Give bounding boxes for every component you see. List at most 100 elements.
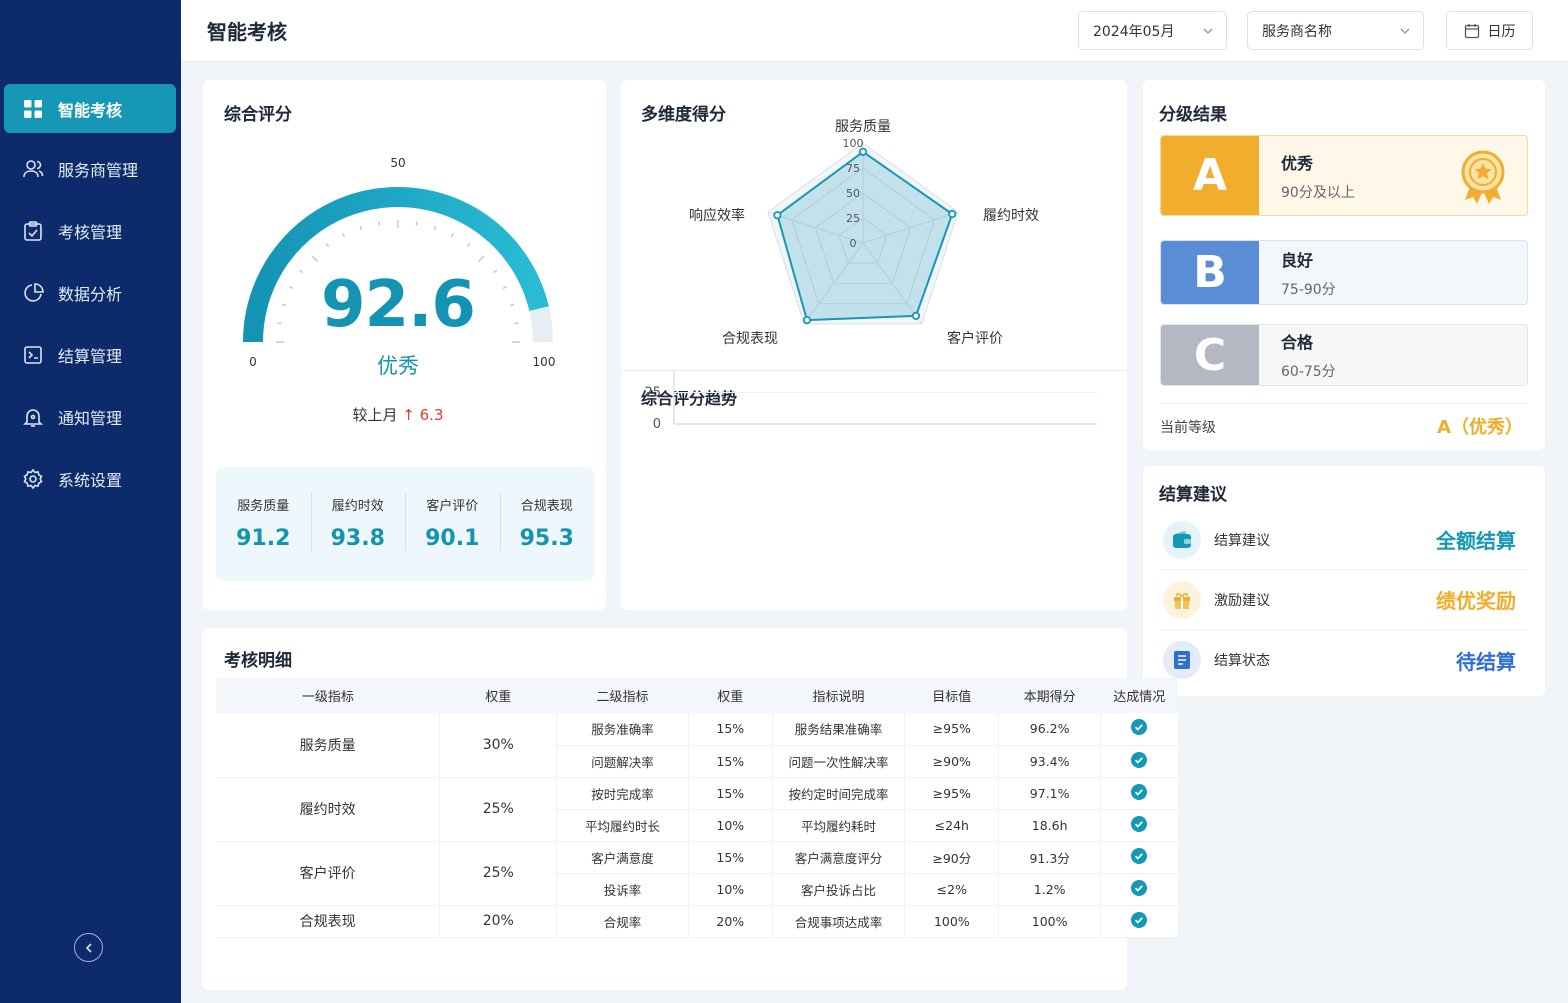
grade-letter: C [1161, 325, 1259, 385]
sub-weight-cell: 15% [688, 713, 773, 746]
score-cell: 1.2% [998, 873, 1101, 906]
radar-axis-label: 响应效率 [689, 207, 745, 224]
radar-tick-label: 25 [846, 212, 860, 225]
month-compare: 较上月 ↑ 6.3 [303, 404, 493, 425]
calendar-button[interactable]: 日历 [1446, 11, 1533, 50]
sub-weight-cell: 10% [688, 809, 773, 842]
sub-score-label: 服务质量 [237, 499, 290, 514]
sub-indicator-cell: 合规率 [556, 905, 689, 938]
sidebar-item-label: 服务商管理 [58, 160, 139, 180]
month-select[interactable]: 2024年05月 [1078, 11, 1227, 50]
radar-axis-label: 服务质量 [835, 119, 891, 135]
settlement-row: 结算建议 全额结算 [1160, 510, 1528, 570]
settlement-label: 激励建议 [1214, 592, 1270, 609]
vendor-select[interactable]: 服务商名称 [1247, 11, 1424, 50]
sidebar-item-vendors[interactable]: 服务商管理 [4, 144, 176, 193]
description-cell: 按约定时间完成率 [772, 777, 906, 810]
radar-tick-label: 0 [850, 237, 857, 250]
sub-score: 合规表现 95.3 [499, 467, 595, 581]
sub-indicator-cell: 问题解决率 [556, 745, 689, 778]
compare-value: 6.3 [419, 406, 444, 424]
group-weight-cell: 30% [439, 713, 558, 778]
detail-card: 考核明细 一级指标 权重 二级指标 权重 指标说明 目标值 本期得分 达成情况 服务质量 30%… [202, 628, 1178, 990]
collapse-sidebar-button[interactable] [74, 933, 103, 962]
target-cell: ≥95% [904, 713, 1000, 746]
table-header-cell: 指标说明 [772, 678, 905, 713]
sidebar-item-analytics[interactable]: 数据分析 [4, 268, 176, 317]
settlement-title: 结算建议 [1159, 485, 1227, 505]
target-cell: ≥90分 [904, 841, 1000, 874]
target-cell: ≤2% [904, 873, 1000, 906]
settlement-card: 结算建议 结算建议 全额结算 激励建议 绩优奖励 结算状态 待结算 [1143, 466, 1545, 696]
status-cell [1100, 841, 1178, 874]
score-cell: 91.3分 [998, 841, 1101, 874]
group-weight-cell: 20% [439, 905, 558, 938]
gauge-tick [415, 221, 418, 226]
sub-weight-cell: 15% [688, 745, 773, 778]
table-row: 服务质量 30% 服务准确率 15% 服务结果准确率 ≥95% 96.2% [216, 713, 1178, 778]
status-cell [1100, 713, 1178, 746]
gauge-tick [466, 242, 471, 247]
table-header-cell: 权重 [439, 678, 557, 713]
group-weight-cell: 25% [439, 841, 558, 906]
grade-name: 优秀 [1281, 153, 1314, 173]
sidebar-item-notifications[interactable]: 通知管理 [4, 392, 176, 441]
grade-letter: B [1161, 241, 1259, 304]
grade-range: 90分及以上 [1281, 184, 1355, 201]
vendor-select-value: 服务商名称 [1262, 23, 1332, 40]
gauge-tick [514, 322, 519, 325]
score-value: 92.6 [321, 268, 476, 342]
sidebar: 智能考核 服务商管理 考核管理 数据分析 结算管理 通知管理 系统设置 [0, 0, 181, 1003]
status-cell [1100, 809, 1178, 842]
sub-scores: 服务质量 91.2 履约时效 93.8 客户评价 90.1 合规表现 95.3 [216, 467, 594, 581]
radar-axis-label: 客户评价 [947, 330, 1003, 347]
sub-weight-cell: 15% [688, 777, 773, 810]
settlement-value: 绩优奖励 [1436, 589, 1516, 613]
table-header-cell: 一级指标 [216, 678, 440, 713]
grade-a: A 优秀 90分及以上 [1160, 135, 1528, 216]
chevron-down-icon [1400, 28, 1410, 34]
table-header-cell: 达成情况 [1100, 678, 1178, 713]
gauge-tick [288, 285, 294, 290]
sub-score-value: 90.1 [425, 526, 480, 551]
current-grade-label: 当前等级 [1160, 420, 1216, 436]
sub-score-label: 合规表现 [520, 499, 573, 514]
target-cell: ≥95% [904, 777, 1000, 810]
arrow-up-icon: ↑ [402, 406, 415, 424]
check-circle-icon [1131, 815, 1148, 832]
sub-score: 客户评价 90.1 [405, 467, 500, 581]
status-cell [1100, 873, 1178, 906]
gauge-tick [502, 285, 508, 290]
score-card: 综合评分 0 50 100 92.6 优秀 较上月 ↑ 6.3 服务质量 91.2… [203, 80, 606, 610]
gauge-tick [433, 225, 437, 230]
group-name-cell: 合规表现 [216, 905, 441, 938]
current-grade-value: A（优秀） [1437, 417, 1523, 438]
settlement-value: 全额结算 [1436, 529, 1516, 553]
description-cell: 平均履约耗时 [772, 809, 906, 842]
pie-chart-icon [22, 282, 44, 304]
calendar-label: 日历 [1487, 23, 1516, 40]
clipboard-check-icon [22, 220, 44, 242]
radar-chart: 100 75 50 25 0 服务质量履约时效客户评价 合规表现 响应效率 [689, 119, 1039, 347]
gauge-tick [281, 303, 286, 307]
grade-range: 60-75分 [1281, 364, 1336, 380]
description-cell: 问题一次性解决率 [772, 745, 906, 778]
calendar-icon [1464, 23, 1479, 38]
sidebar-item-settlement[interactable]: 结算管理 [4, 330, 176, 379]
sidebar-item-assessment[interactable]: 考核管理 [4, 206, 176, 255]
gauge-tick [341, 232, 346, 238]
sub-indicator-cell: 客户满意度 [556, 841, 689, 874]
grade-letter: A [1161, 136, 1259, 215]
bell-icon [22, 406, 44, 428]
sidebar-item-smart-assessment[interactable]: 智能考核 [4, 84, 176, 133]
table-row: 客户评价 25% 客户满意度 15% 客户满意度评分 ≥90分 91.3分 [216, 841, 1178, 906]
month-select-value: 2024年05月 [1093, 23, 1175, 40]
sidebar-item-settings[interactable]: 系统设置 [4, 454, 176, 503]
sub-weight-cell: 15% [688, 841, 773, 874]
grade-c: C 合格 60-75分 [1160, 324, 1528, 386]
sub-score-value: 93.8 [330, 526, 385, 551]
gauge-tick [450, 232, 455, 238]
target-cell: 100% [904, 905, 1000, 938]
sub-indicator-cell: 投诉率 [556, 873, 689, 906]
group-name-cell: 履约时效 [216, 777, 441, 842]
